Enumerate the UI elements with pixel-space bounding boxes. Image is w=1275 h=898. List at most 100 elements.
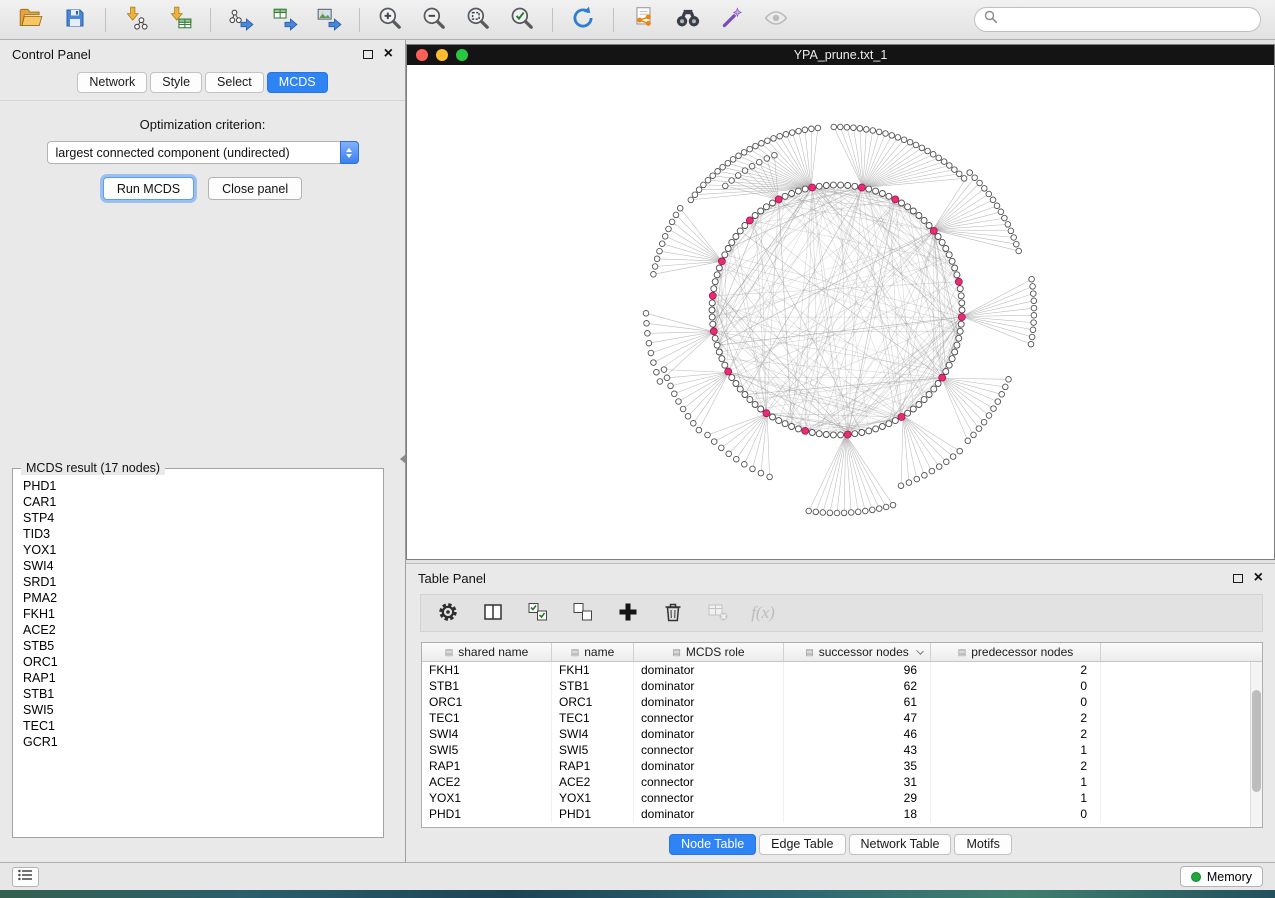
mcds-node-item[interactable]: PHD1	[23, 478, 383, 494]
float-panel-icon[interactable]	[363, 50, 373, 59]
network-canvas[interactable]	[407, 65, 1274, 559]
float-table-panel-icon[interactable]	[1233, 574, 1243, 583]
table-row[interactable]: FKH1FKH1dominator962	[422, 662, 1262, 678]
tab-motifs[interactable]: Motifs	[954, 834, 1011, 855]
global-search-box[interactable]	[974, 7, 1261, 32]
table-row[interactable]: SWI5SWI5connector431	[422, 742, 1262, 758]
close-panel-button[interactable]: Close panel	[208, 177, 302, 200]
mcds-node-item[interactable]: YOX1	[23, 542, 383, 558]
window-close-icon[interactable]	[416, 49, 428, 61]
table-row[interactable]: STB1STB1dominator620	[422, 678, 1262, 694]
run-mcds-button[interactable]: Run MCDS	[103, 177, 194, 200]
column-header-mcds-role[interactable]: ▤MCDS role	[634, 643, 784, 661]
window-zoom-icon[interactable]	[456, 49, 468, 61]
column-header-predecessor-nodes[interactable]: ▤predecessor nodes	[931, 643, 1101, 661]
import-table-button[interactable]	[159, 4, 201, 36]
mcds-node-item[interactable]: FKH1	[23, 606, 383, 622]
close-table-panel-icon[interactable]: ×	[1254, 570, 1263, 586]
table-row[interactable]: TEC1TEC1connector472	[422, 710, 1262, 726]
mcds-node-item[interactable]: ACE2	[23, 622, 383, 638]
select-all-rows-button[interactable]	[525, 600, 551, 626]
zoom-out-button[interactable]	[413, 4, 455, 36]
delete-column-button[interactable]	[660, 600, 686, 626]
window-minimize-icon[interactable]	[436, 49, 448, 61]
column-header-name[interactable]: ▤name	[552, 643, 634, 661]
cell-shared-name: ORC1	[422, 694, 552, 710]
node-table: ▤shared name▤name▤MCDS role▤successor no…	[421, 642, 1263, 828]
memory-button[interactable]: Memory	[1180, 866, 1263, 887]
chevron-down-icon[interactable]	[916, 647, 924, 655]
mcds-node-item[interactable]: CAR1	[23, 494, 383, 510]
cell-shared-name: STB1	[422, 678, 552, 694]
mcds-node-item[interactable]: GCR1	[23, 734, 383, 750]
cell-shared-name: TEC1	[422, 710, 552, 726]
tab-network[interactable]: Network	[77, 72, 147, 93]
export-network-icon	[228, 5, 254, 34]
toggle-columns-button[interactable]	[480, 600, 506, 626]
scrollbar-thumb[interactable]	[1252, 690, 1261, 792]
deselect-all-rows-button[interactable]	[570, 600, 596, 626]
table-settings-button[interactable]	[435, 600, 461, 626]
open-file-button[interactable]	[10, 4, 52, 36]
mcds-node-item[interactable]: SWI4	[23, 558, 383, 574]
cell-name: PHD1	[552, 806, 634, 822]
cell-pred: 1	[931, 774, 1101, 790]
mcds-node-item[interactable]: STB1	[23, 686, 383, 702]
apply-layout-button[interactable]	[562, 4, 604, 36]
zoom-fit-button[interactable]	[457, 4, 499, 36]
table-scrollbar[interactable]	[1250, 662, 1262, 827]
mcds-node-item[interactable]: SWI5	[23, 702, 383, 718]
mcds-node-item[interactable]: STP4	[23, 510, 383, 526]
import-network-button[interactable]	[115, 4, 157, 36]
tab-node-table[interactable]: Node Table	[669, 834, 756, 855]
cell-pred: 0	[931, 678, 1101, 694]
tab-style[interactable]: Style	[150, 72, 202, 93]
tab-edge-table[interactable]: Edge Table	[759, 834, 845, 855]
table-row[interactable]: PHD1PHD1dominator180	[422, 806, 1262, 822]
cell-filler	[1101, 742, 1262, 758]
cell-pred: 1	[931, 790, 1101, 806]
toolbar-separator	[552, 8, 553, 32]
mcds-node-item[interactable]: SRD1	[23, 574, 383, 590]
mcds-node-item[interactable]: TEC1	[23, 718, 383, 734]
mcds-result-list: PHD1CAR1STP4TID3YOX1SWI4SRD1PMA2FKH1ACE2…	[13, 469, 383, 750]
table-row[interactable]: RAP1RAP1dominator352	[422, 758, 1262, 774]
tab-network-table[interactable]: Network Table	[849, 834, 952, 855]
column-header-successor-nodes[interactable]: ▤successor nodes	[784, 643, 931, 661]
mcds-node-item[interactable]: PMA2	[23, 590, 383, 606]
sort-icon: ▤	[958, 648, 967, 657]
table-row[interactable]: ORC1ORC1dominator610	[422, 694, 1262, 710]
search-input[interactable]	[1004, 11, 1251, 29]
tab-mcds[interactable]: MCDS	[267, 72, 328, 93]
export-network-button[interactable]	[220, 4, 262, 36]
table-row[interactable]: ACE2ACE2connector311	[422, 774, 1262, 790]
table-panel-title: Table Panel	[418, 571, 486, 586]
sort-icon: ▤	[805, 648, 814, 657]
tab-select[interactable]: Select	[205, 72, 264, 93]
desktop-wallpaper-strip	[0, 890, 1275, 898]
network-graph[interactable]	[407, 65, 1274, 559]
column-header-shared-name[interactable]: ▤shared name	[422, 643, 552, 661]
optimization-criterion-select[interactable]: largest connected component (undirected)	[47, 141, 359, 164]
table-panel-header: Table Panel ×	[406, 564, 1275, 592]
annotation-pen-button[interactable]	[711, 4, 753, 36]
mcds-node-item[interactable]: ORC1	[23, 654, 383, 670]
status-menu-button[interactable]	[12, 867, 39, 887]
export-image-button[interactable]	[308, 4, 350, 36]
export-table-button[interactable]	[264, 4, 306, 36]
new-column-button[interactable]	[615, 600, 641, 626]
mcds-node-item[interactable]: STB5	[23, 638, 383, 654]
search-network-button[interactable]	[667, 4, 709, 36]
close-panel-icon[interactable]: ×	[384, 46, 393, 62]
export-document-button[interactable]	[623, 4, 665, 36]
cell-role: connector	[634, 742, 784, 758]
table-row[interactable]: YOX1YOX1connector291	[422, 790, 1262, 806]
mcds-node-item[interactable]: RAP1	[23, 670, 383, 686]
mcds-node-item[interactable]: TID3	[23, 526, 383, 542]
zoom-in-button[interactable]	[369, 4, 411, 36]
save-session-button[interactable]	[54, 4, 96, 36]
network-window-titlebar[interactable]: YPA_prune.txt_1	[407, 45, 1274, 65]
table-row[interactable]: SWI4SWI4dominator462	[422, 726, 1262, 742]
zoom-selected-button[interactable]	[501, 4, 543, 36]
cell-name: YOX1	[552, 790, 634, 806]
